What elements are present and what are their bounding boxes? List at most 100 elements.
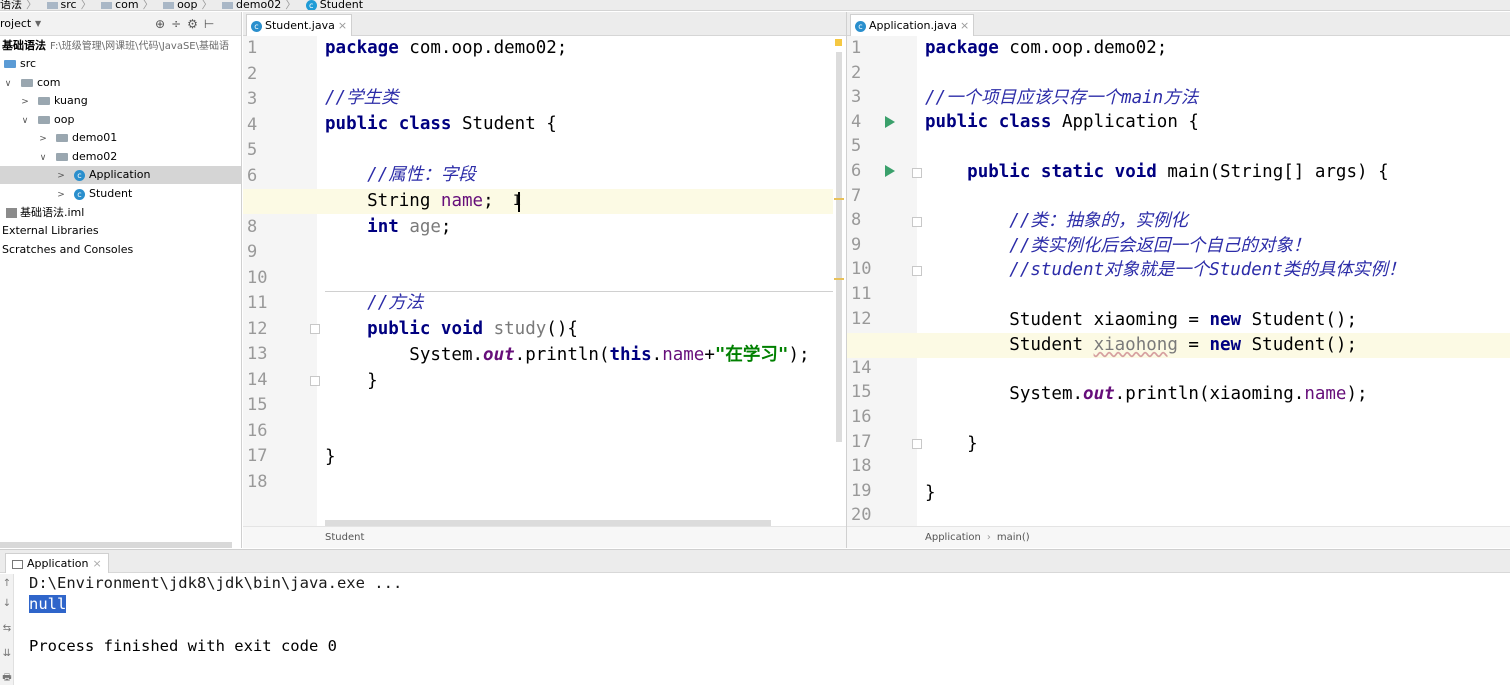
- run-tab-application[interactable]: Application ×: [5, 553, 109, 573]
- tab-application-java[interactable]: c Application.java ×: [850, 14, 975, 36]
- gear-icon[interactable]: ⚙: [187, 17, 204, 31]
- code-line-3[interactable]: //一个项目应该只存一个main方法: [925, 86, 1198, 111]
- folder-icon: [21, 79, 33, 87]
- vertical-scrollbar[interactable]: [836, 52, 842, 442]
- code-line-13[interactable]: System.out.println(this.name+"在学习");: [325, 343, 809, 368]
- console-exit-message[interactable]: Process finished with exit code 0: [29, 636, 337, 657]
- code-line-15[interactable]: System.out.println(xiaoming.name);: [925, 382, 1367, 407]
- status-method-main[interactable]: main(): [997, 532, 1030, 543]
- tree-item-module[interactable]: 基础语法 F:\班级管理\网课班\代码\JavaSE\基础语: [0, 37, 241, 55]
- tree-item-oop[interactable]: ∨ oop: [0, 111, 241, 129]
- code-line-6[interactable]: public static void main(String[] args) {: [925, 160, 1388, 185]
- code-line-1[interactable]: package com.oop.demo02;: [925, 36, 1167, 61]
- tree-item-scratches[interactable]: Scratches and Consoles: [0, 241, 241, 259]
- status-class-application[interactable]: Application: [925, 532, 981, 543]
- tree-item-src[interactable]: src: [0, 55, 241, 73]
- code-line-10[interactable]: //student对象就是一个Student类的具体实例！: [925, 258, 1405, 283]
- chevron-right-icon[interactable]: >: [20, 93, 30, 110]
- locate-icon[interactable]: ⊕: [155, 17, 171, 31]
- code-line-12[interactable]: public void study(){: [325, 317, 578, 342]
- line-number: 11: [851, 284, 872, 304]
- line-number: 6: [247, 165, 258, 186]
- line-number: 4: [851, 111, 862, 132]
- change-marker[interactable]: [834, 198, 844, 200]
- chevron-right-icon[interactable]: >: [38, 130, 48, 147]
- project-panel-title[interactable]: roject: [0, 12, 31, 36]
- run-icon[interactable]: [885, 116, 895, 128]
- selected-output[interactable]: null: [29, 595, 67, 613]
- code-line-8[interactable]: int age;: [325, 215, 451, 240]
- tree-item-student[interactable]: > c Student: [0, 185, 241, 203]
- code-line-4[interactable]: public class Application {: [925, 110, 1199, 135]
- tree-item-com[interactable]: ∨ com: [0, 74, 241, 92]
- tree-item-external-libraries[interactable]: External Libraries: [0, 222, 241, 240]
- change-marker[interactable]: [834, 278, 844, 280]
- chevron-down-icon[interactable]: ∨: [3, 75, 13, 92]
- project-toolbar-icons[interactable]: ⊕÷⚙⊢: [155, 12, 220, 36]
- fold-icon[interactable]: [310, 324, 320, 334]
- tree-item-demo01[interactable]: > demo01: [0, 129, 241, 147]
- code-line-17[interactable]: }: [325, 445, 336, 470]
- warning-marker-icon[interactable]: [835, 39, 842, 46]
- tab-student-java[interactable]: c Student.java ×: [246, 14, 353, 36]
- class-icon: c: [74, 188, 85, 200]
- breadcrumb-item-oop[interactable]: oop: [157, 0, 198, 10]
- horizontal-scrollbar[interactable]: [0, 542, 232, 548]
- chevron-down-icon[interactable]: ▼: [35, 12, 41, 36]
- breadcrumb-item-com[interactable]: com: [95, 0, 139, 10]
- fold-icon[interactable]: [912, 217, 922, 227]
- run-icon[interactable]: [885, 165, 895, 177]
- code-line-4[interactable]: public class Student {: [325, 112, 557, 137]
- tree-item-kuang[interactable]: > kuang: [0, 92, 241, 110]
- fold-icon[interactable]: [912, 266, 922, 276]
- project-panel: roject ▼ ⊕÷⚙⊢ 基础语法 F:\班级管理\网课班\代码\JavaSE\…: [0, 12, 242, 548]
- tree-item-iml[interactable]: 基础语法.iml: [0, 204, 241, 222]
- line-number: 13: [247, 344, 268, 364]
- scroll-down-icon[interactable]: ↓: [0, 598, 14, 609]
- line-number: 12: [851, 308, 872, 329]
- soft-wrap-icon[interactable]: ⇆: [0, 623, 14, 634]
- close-icon[interactable]: ×: [338, 19, 347, 32]
- line-number: 19: [851, 480, 872, 501]
- print-icon[interactable]: 🖶: [0, 670, 14, 685]
- status-class-student[interactable]: Student: [325, 532, 364, 543]
- breadcrumb-item-demo02[interactable]: demo02: [216, 0, 281, 10]
- console-command[interactable]: D:\Environment\jdk8\jdk\bin\java.exe ...: [29, 573, 402, 594]
- code-line-8[interactable]: //类：抽象的，实例化: [925, 209, 1188, 234]
- scroll-to-end-icon[interactable]: ⇊: [0, 648, 14, 659]
- breadcrumb-item-student[interactable]: c Student: [300, 0, 363, 10]
- code-line-11[interactable]: //方法: [325, 291, 423, 316]
- collapse-icon[interactable]: ÷: [171, 17, 187, 31]
- chevron-right-icon[interactable]: >: [56, 186, 66, 203]
- tree-item-demo02[interactable]: ∨ demo02: [0, 148, 241, 166]
- breadcrumb-item-src[interactable]: src: [41, 0, 77, 10]
- tree-item-application[interactable]: > c Application: [0, 166, 241, 184]
- code-line-13[interactable]: Student xiaohong = new Student();: [925, 333, 1357, 358]
- code-line-12[interactable]: Student xiaoming = new Student();: [925, 308, 1357, 333]
- fold-icon[interactable]: [912, 439, 922, 449]
- breadcrumb-item[interactable]: 语法: [0, 0, 22, 10]
- line-number: 12: [247, 318, 268, 339]
- code-line-14[interactable]: }: [325, 369, 378, 394]
- line-number: 18: [247, 471, 268, 492]
- code-line-6[interactable]: //属性：字段: [325, 163, 476, 188]
- fold-icon[interactable]: [912, 168, 922, 178]
- console-output[interactable]: null: [29, 594, 67, 615]
- line-number: 8: [247, 216, 258, 237]
- code-line-17[interactable]: }: [925, 432, 978, 457]
- code-line-3[interactable]: //学生类: [325, 86, 399, 111]
- line-number: 11: [247, 293, 268, 313]
- code-line-9[interactable]: //类实例化后会返回一个自己的对象！: [925, 234, 1310, 259]
- hide-icon[interactable]: ⊢: [204, 17, 220, 31]
- close-icon[interactable]: ×: [92, 557, 101, 570]
- chevron-right-icon[interactable]: >: [56, 167, 66, 184]
- chevron-down-icon[interactable]: ∨: [20, 112, 30, 129]
- code-line-19[interactable]: }: [925, 481, 936, 506]
- close-icon[interactable]: ×: [960, 19, 969, 32]
- code-line-7[interactable]: String name;: [325, 189, 493, 214]
- line-number: 17: [247, 446, 268, 466]
- code-line-1[interactable]: package com.oop.demo02;: [325, 36, 567, 61]
- scroll-up-icon[interactable]: ↑: [0, 578, 14, 589]
- chevron-down-icon[interactable]: ∨: [38, 149, 48, 166]
- fold-icon[interactable]: [310, 376, 320, 386]
